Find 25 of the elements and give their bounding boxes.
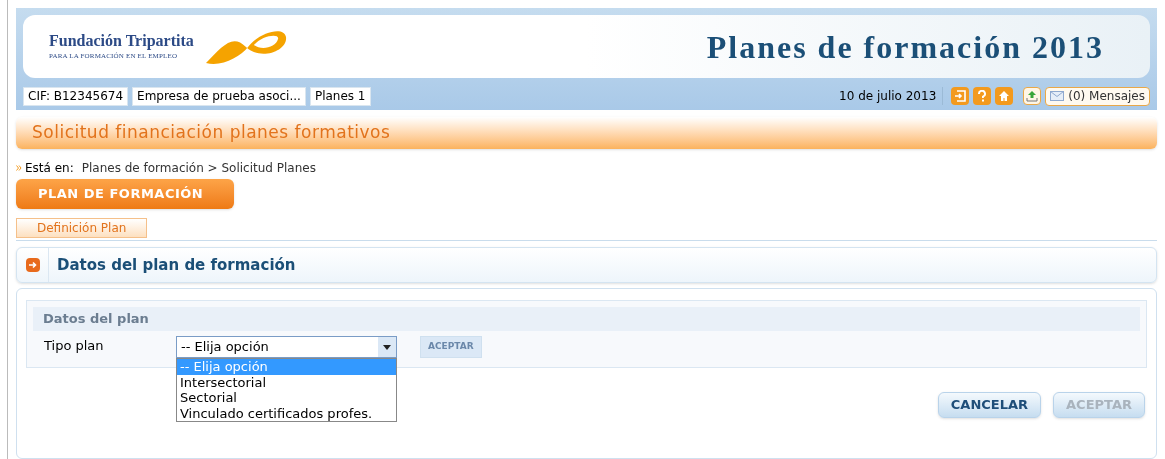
- exit-icon[interactable]: [951, 87, 970, 105]
- accept-button[interactable]: CANCELAR: [937, 392, 1042, 418]
- messages-button[interactable]: (0) Mensajes: [1045, 86, 1150, 106]
- field-label: Tipo plan: [44, 337, 105, 355]
- org-name: Fundación Tripartita: [49, 31, 194, 52]
- section-title: Datos del plan de formación: [57, 254, 296, 276]
- upload-icon[interactable]: [1023, 87, 1042, 105]
- type-select[interactable]: -- Elija opción: [176, 336, 397, 358]
- page-title: Solicitud financiación planes formativos: [32, 121, 391, 145]
- info-tag: Planes 1: [309, 86, 371, 106]
- double-chevron-icon: [16, 165, 22, 171]
- fieldset-legend: Datos del plan: [33, 307, 1140, 331]
- breadcrumb-label: Está en:: [25, 161, 74, 175]
- home-icon[interactable]: [995, 87, 1014, 105]
- help-icon[interactable]: [973, 87, 992, 105]
- info-tag: CIF: B12345674: [23, 86, 129, 106]
- info-tag: Empresa de prueba asoci...: [132, 86, 306, 106]
- dropdown-option[interactable]: Vinculado certificados profes.: [177, 405, 396, 421]
- envelope-icon: [1050, 91, 1065, 101]
- current-date: 10 de julio 2013: [839, 87, 944, 105]
- app-title: Planes de formación 2013: [706, 27, 1104, 67]
- dropdown-option[interactable]: Sectorial: [177, 390, 396, 406]
- dropdown-option[interactable]: Intersectorial: [177, 374, 396, 390]
- arrow-icon: [26, 258, 40, 272]
- breadcrumb-path: Planes de formación > Solicitud Planes: [81, 161, 316, 175]
